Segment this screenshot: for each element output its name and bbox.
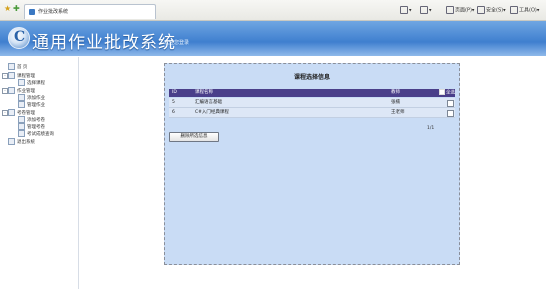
cell-course: C#入门经典课程	[195, 110, 229, 115]
gear-icon	[510, 6, 518, 14]
tools-menu[interactable]: 工具(O)▾	[510, 6, 539, 14]
tab-title: 作业批改系统	[38, 9, 69, 15]
folder-icon	[8, 72, 15, 79]
page-icon	[18, 94, 25, 101]
sidebar-tree: 首 页 - 课程管理 选择课程 - 作业管理 添加作业 管理作业 - 考卷管理 …	[0, 57, 79, 289]
sidebar-item-manage-homework[interactable]: 管理作业	[18, 101, 45, 109]
delete-selected-button[interactable]: 删除所选信息	[169, 132, 219, 142]
cell-teacher: 张楠	[391, 100, 400, 105]
sidebar-item-label: 考试成绩查询	[27, 132, 54, 137]
sidebar-item-label: 管理作业	[27, 103, 45, 108]
site-title: 通用作业批改系统	[32, 33, 176, 53]
select-all-label: 全选	[446, 90, 455, 96]
page-menu-label: 页面(P)	[455, 7, 472, 14]
sidebar-item-logout[interactable]: 退出系统	[8, 138, 35, 146]
select-all-checkbox[interactable]: 全选	[439, 89, 455, 98]
cell-id: 5	[172, 100, 175, 105]
cell-course: 汇编语言基础	[195, 100, 222, 105]
panel-title: 课程选择信息	[293, 74, 330, 81]
cell-id: 6	[172, 110, 175, 115]
page-icon	[18, 123, 25, 130]
folder-icon	[8, 63, 15, 70]
page-menu[interactable]: 页面(P)▾	[446, 6, 474, 14]
page-icon	[18, 79, 25, 86]
page-icon	[18, 101, 25, 108]
shield-icon	[477, 6, 485, 14]
checkbox-icon	[439, 89, 445, 95]
sidebar-item-exam-scores[interactable]: 考试成绩查询	[18, 130, 54, 138]
site-subtitle: 欢迎您登录	[164, 40, 190, 46]
add-favorite-icon[interactable]: ✚	[13, 5, 21, 13]
page-icon	[18, 116, 25, 123]
sidebar-item-select-course[interactable]: 选择课程	[18, 79, 45, 87]
row-checkbox[interactable]	[447, 110, 454, 117]
cell-teacher: 王老师	[391, 110, 405, 115]
table-row: 5 汇编语言基础 张楠	[169, 98, 455, 108]
folder-icon	[8, 87, 15, 94]
page-icon	[18, 130, 25, 137]
logo-mark: C	[14, 29, 26, 45]
browser-tab[interactable]: 作业批改系统	[24, 4, 156, 19]
safety-menu[interactable]: 安全(S)▾	[477, 6, 506, 14]
column-header-id: ID	[172, 90, 177, 95]
print-tool[interactable]: ▾	[420, 6, 432, 14]
page-favicon-icon	[29, 9, 35, 15]
column-header-course: 课程名称	[195, 90, 213, 95]
site-header: C 通用作业批改系统 欢迎您登录	[0, 21, 546, 56]
table-row: 6 C#入门经典课程 王老师	[169, 108, 455, 118]
home-icon	[400, 6, 408, 14]
home-tool[interactable]: ▾	[400, 6, 412, 14]
pager: 1/1	[427, 126, 435, 131]
sidebar-item-home[interactable]: 首 页	[8, 63, 27, 71]
safety-menu-label: 安全(S)	[486, 7, 504, 14]
column-header-teacher: 教师	[391, 90, 400, 95]
browser-toolbar: ★ ✚ 作业批改系统 ▾ ▾ 页面(P)▾ 安全(S)▾ 工具(O)▾	[0, 0, 546, 21]
printer-icon	[420, 6, 428, 14]
sidebar-item-label: 选择课程	[27, 81, 45, 86]
exit-icon	[8, 138, 15, 145]
page-icon	[446, 6, 454, 14]
table-header: ID 课程名称 教师 全选	[169, 89, 455, 97]
course-selection-panel: 课程选择信息 ID 课程名称 教师 全选 5 汇编语言基础 张楠 6 C#入门经…	[164, 63, 460, 265]
main-content: 课程选择信息 ID 课程名称 教师 全选 5 汇编语言基础 张楠 6 C#入门经…	[79, 57, 546, 289]
sidebar-item-label: 首 页	[17, 65, 28, 70]
sidebar-item-label: 退出系统	[17, 140, 35, 145]
tools-menu-label: 工具(O)	[519, 7, 537, 14]
row-checkbox[interactable]	[447, 100, 454, 107]
folder-icon	[8, 109, 15, 116]
favorites-star-icon[interactable]: ★	[4, 5, 12, 13]
